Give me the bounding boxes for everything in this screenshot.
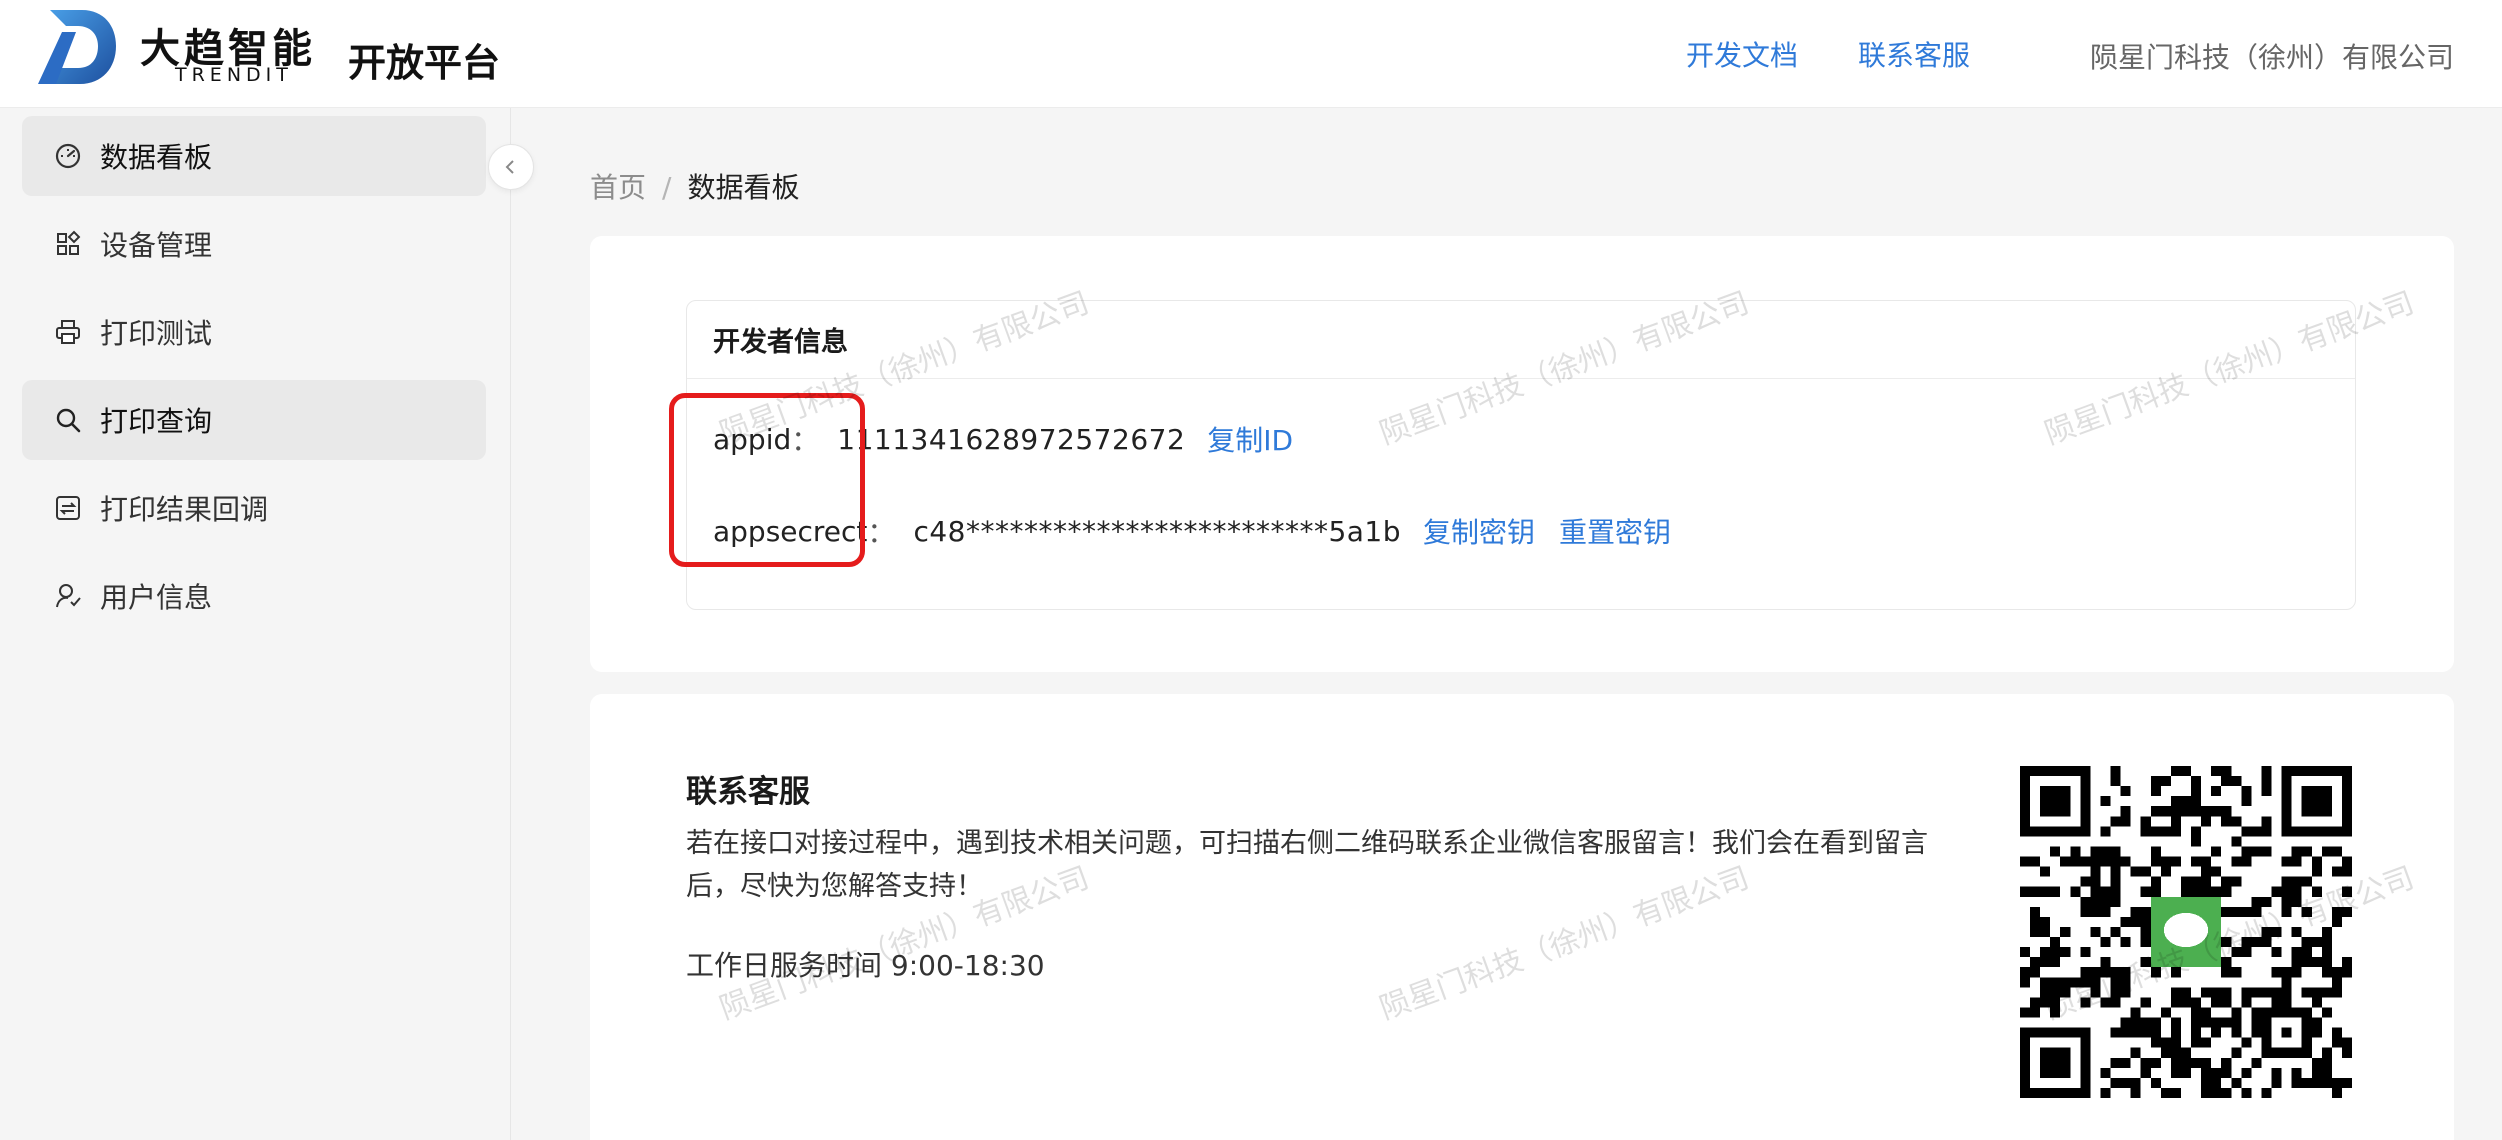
printer-icon — [56, 320, 80, 344]
sidebar-item-device-management[interactable]: 设备管理 — [22, 204, 486, 284]
sidebar-item-label: 用户信息 — [100, 581, 213, 614]
grid-icon — [57, 230, 81, 255]
platform-title: 开放平台 — [348, 41, 501, 85]
sidebar-item-user-info[interactable]: 用户信息 — [22, 556, 486, 636]
nav-dev-docs-link[interactable]: 开发文档 — [1686, 34, 1798, 74]
sidebar-item-dashboard[interactable]: 数据看板 — [22, 116, 486, 196]
developer-info-panel: 开发者信息 appid： 1111341628972572672 复制ID ap… — [686, 300, 2356, 610]
company-name[interactable]: 陨星门科技（徐州）有限公司 — [2090, 36, 2454, 76]
appsecret-colon: ： — [867, 516, 896, 549]
callback-icon — [56, 496, 80, 520]
qr-code-image — [2020, 766, 2352, 1098]
sidebar-item-label: 打印测试 — [100, 317, 213, 350]
dashboard-icon — [55, 143, 81, 169]
support-hours: 工作日服务时间 9:00-18:30 — [686, 949, 1045, 982]
sidebar-item-label: 数据看板 — [100, 141, 213, 174]
search-icon — [56, 408, 81, 433]
sidebar-item-label: 打印结果回调 — [100, 493, 269, 526]
support-card: 联系客服 若在接口对接过程中，遇到技术相关问题，可扫描右侧二维码联系企业微信客服… — [590, 694, 2454, 1140]
sidebar-item-print-test[interactable]: 打印测试 — [22, 292, 486, 372]
chevron-left-icon — [505, 160, 514, 174]
reset-secret-button[interactable]: 重置密钥 — [1559, 511, 1671, 551]
developer-info-card: 开发者信息 appid： 1111341628972572672 复制ID ap… — [590, 236, 2454, 672]
copy-secret-button[interactable]: 复制密钥 — [1423, 511, 1535, 551]
sidebar-collapse-button[interactable] — [488, 144, 534, 190]
nav-contact-support-link[interactable]: 联系客服 — [1858, 34, 1970, 74]
breadcrumb-home-link[interactable]: 首页 — [590, 171, 646, 204]
appid-value: 1111341628972572672 — [837, 422, 1186, 456]
sidebar-item-label: 设备管理 — [100, 229, 213, 262]
trendit-logo-icon — [38, 10, 116, 84]
copy-id-button[interactable]: 复制ID — [1207, 419, 1293, 459]
developer-info-title: 开发者信息 — [687, 301, 2355, 379]
sidebar-item-label: 打印查询 — [100, 405, 213, 438]
sidebar-item-print-callback[interactable]: 打印结果回调 — [22, 468, 486, 548]
breadcrumb-separator: / — [662, 171, 672, 204]
annotation-highlight-box — [669, 393, 865, 567]
breadcrumb-current: 数据看板 — [687, 171, 800, 204]
breadcrumb: 首页 / 数据看板 — [590, 166, 799, 206]
support-description: 若在接口对接过程中，遇到技术相关问题，可扫描右侧二维码联系企业微信客服留言！我们… — [686, 828, 1928, 902]
appsecret-value: c48*************************5a1b — [913, 514, 1402, 548]
top-header: 大趋智能 TRENDIT 开放平台 开发文档 联系客服 陨星门科技（徐州）有限公… — [0, 0, 2502, 108]
sidebar: 数据看板 设备管理 打印测试 打印查询 打印结果回调 用户信息 — [0, 108, 511, 1140]
support-title: 联系客服 — [686, 774, 810, 810]
brand-name-en: TRENDIT — [175, 64, 293, 86]
sidebar-item-print-query[interactable]: 打印查询 — [22, 380, 486, 460]
user-icon — [56, 584, 81, 608]
